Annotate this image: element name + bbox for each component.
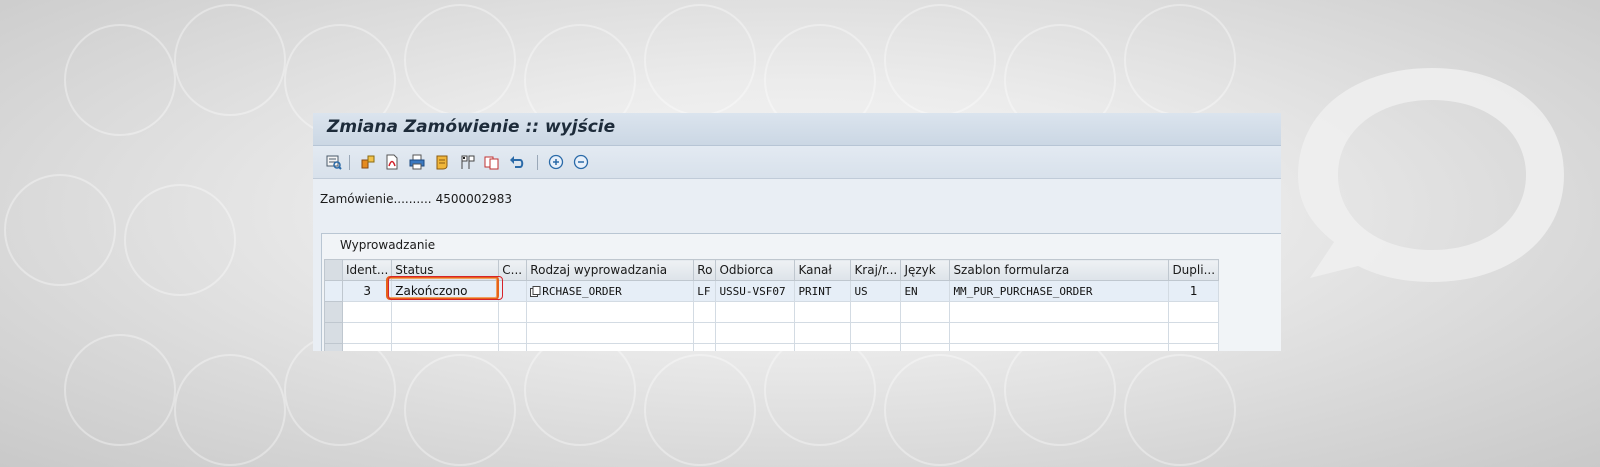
row-selector[interactable]	[324, 280, 343, 302]
empty-cell[interactable]	[526, 301, 695, 323]
column-header[interactable]: C...	[498, 259, 528, 281]
order-value: 4500002983	[435, 192, 512, 206]
empty-cell[interactable]	[341, 343, 393, 351]
empty-cell[interactable]	[949, 301, 1170, 323]
empty-cell[interactable]	[341, 301, 393, 323]
empty-cell[interactable]	[715, 322, 796, 344]
pdf-icon[interactable]	[384, 154, 400, 170]
column-header[interactable]: Odbiorca	[715, 259, 796, 281]
empty-cell[interactable]	[850, 322, 902, 344]
speech-bubble-logo	[1298, 68, 1564, 282]
empty-cell[interactable]	[949, 343, 1170, 351]
empty-cell[interactable]	[949, 322, 1170, 344]
empty-cell[interactable]	[794, 301, 852, 323]
empty-cell[interactable]	[526, 322, 695, 344]
cell-rodzaj[interactable]: RCHASE_ORDER	[526, 280, 695, 302]
output-table: Ident... Status C... Rodzaj wyprowadzani…	[324, 259, 1220, 351]
empty-cell[interactable]	[693, 301, 717, 323]
table-row[interactable]	[324, 343, 1220, 351]
zoom-out-icon[interactable]	[573, 154, 589, 170]
cell-szablon[interactable]: MM_PUR_PURCHASE_ORDER	[949, 280, 1170, 302]
empty-cell[interactable]	[526, 343, 695, 351]
empty-cell[interactable]	[794, 343, 852, 351]
empty-cell[interactable]	[1168, 343, 1220, 351]
cell-kanal[interactable]: PRINT	[794, 280, 852, 302]
order-number-line: Zamówienie.......... 4500002983	[320, 192, 516, 206]
cell-ro[interactable]: LF	[693, 280, 717, 302]
cell-ident[interactable]: 3	[341, 280, 393, 302]
sap-window: Zmiana Zamówienie :: wyjście Zamówienie.…	[313, 113, 1281, 351]
empty-cell[interactable]	[900, 343, 951, 351]
row-selector[interactable]	[324, 322, 343, 344]
toolbar	[313, 146, 1281, 179]
empty-cell[interactable]	[498, 322, 528, 344]
empty-cell[interactable]	[900, 301, 951, 323]
cell-dupli[interactable]: 1	[1168, 280, 1220, 302]
title-bar: Zmiana Zamówienie :: wyjście	[313, 113, 1281, 146]
toolbar-separator	[537, 155, 538, 170]
flags-icon[interactable]	[459, 154, 475, 170]
empty-cell[interactable]	[498, 301, 528, 323]
empty-cell[interactable]	[391, 301, 500, 323]
column-header[interactable]: Kraj/r...	[850, 259, 902, 281]
copy-icon[interactable]	[530, 286, 541, 297]
copy-icon[interactable]	[484, 154, 500, 170]
column-header[interactable]: Szablon formularza	[949, 259, 1170, 281]
print-icon[interactable]	[409, 154, 425, 170]
empty-cell[interactable]	[693, 343, 717, 351]
undo-icon[interactable]	[509, 154, 525, 170]
table-row[interactable]	[324, 301, 1220, 323]
column-header[interactable]: Język	[900, 259, 951, 281]
column-header[interactable]: Ident...	[341, 259, 393, 281]
cell-odbiorca[interactable]: USSU-VSF07	[715, 280, 796, 302]
empty-cell[interactable]	[391, 322, 500, 344]
toolbar-separator	[349, 155, 350, 170]
column-header[interactable]: Ro	[693, 259, 717, 281]
empty-cell[interactable]	[693, 322, 717, 344]
empty-cell[interactable]	[715, 301, 796, 323]
table-row[interactable]	[324, 322, 1220, 344]
empty-cell[interactable]	[794, 322, 852, 344]
zoom-in-icon[interactable]	[548, 154, 564, 170]
empty-cell[interactable]	[900, 322, 951, 344]
column-header[interactable]: Kanał	[794, 259, 852, 281]
row-selector[interactable]	[324, 301, 343, 323]
empty-cell[interactable]	[391, 343, 500, 351]
order-label: Zamówienie..........	[320, 192, 432, 206]
status-highlight-outline	[388, 276, 503, 300]
display-icon[interactable]	[326, 154, 342, 170]
column-header[interactable]: Rodzaj wyprowadzania	[526, 259, 695, 281]
cell-jezyk[interactable]: EN	[900, 280, 951, 302]
window-title: Zmiana Zamówienie :: wyjście	[327, 117, 616, 137]
row-selector[interactable]	[324, 343, 343, 351]
empty-cell[interactable]	[341, 322, 393, 344]
empty-cell[interactable]	[850, 343, 902, 351]
scroll-icon[interactable]	[434, 154, 450, 170]
cell-rodzaj-text: RCHASE_ORDER	[542, 284, 622, 298]
panel-title: Wyprowadzanie	[340, 238, 436, 252]
empty-cell[interactable]	[1168, 301, 1220, 323]
row-selector-header[interactable]	[324, 259, 343, 281]
empty-cell[interactable]	[1168, 322, 1220, 344]
empty-cell[interactable]	[498, 343, 528, 351]
empty-cell[interactable]	[850, 301, 902, 323]
cell-kraj[interactable]: US	[850, 280, 902, 302]
column-header[interactable]: Dupli...	[1168, 259, 1220, 281]
detail-icon[interactable]	[360, 154, 376, 170]
empty-cell[interactable]	[715, 343, 796, 351]
